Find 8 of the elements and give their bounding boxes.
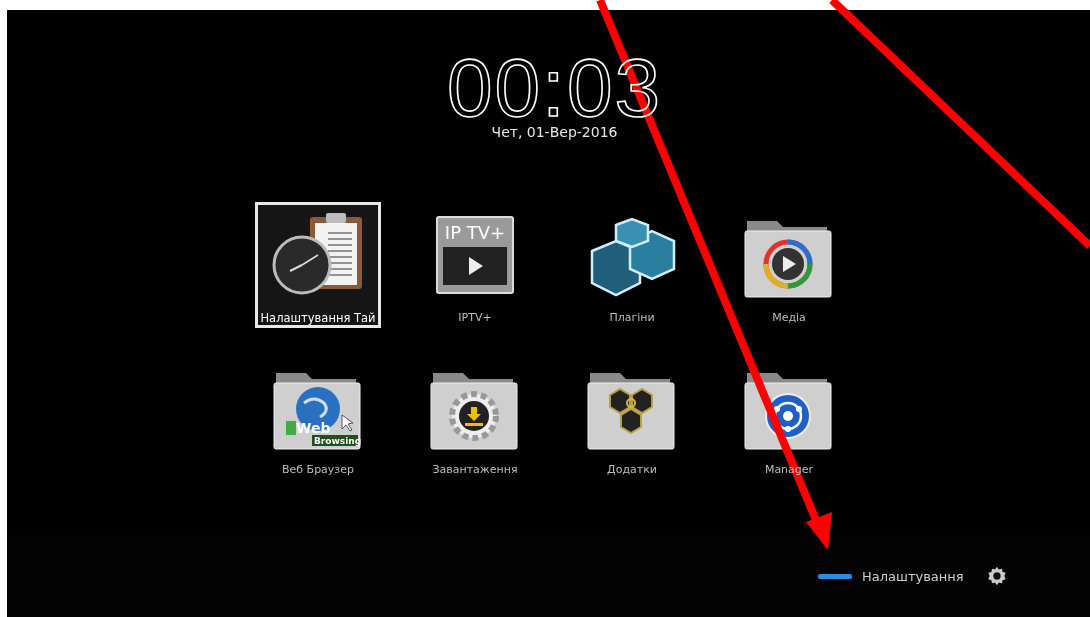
color-key-icon	[818, 573, 852, 579]
settings-label: Налаштування	[862, 568, 964, 584]
app-tile[interactable]: Медіа	[726, 202, 852, 328]
app-tile[interactable]: Завантаження	[412, 354, 538, 480]
app-tile[interactable]: Налаштування Тай	[255, 202, 381, 328]
app-tile[interactable]: Додатки	[569, 354, 695, 480]
app-tile[interactable]: IP TV+ IPTV+	[412, 202, 538, 328]
app-tile[interactable]: Плагіни	[569, 202, 695, 328]
